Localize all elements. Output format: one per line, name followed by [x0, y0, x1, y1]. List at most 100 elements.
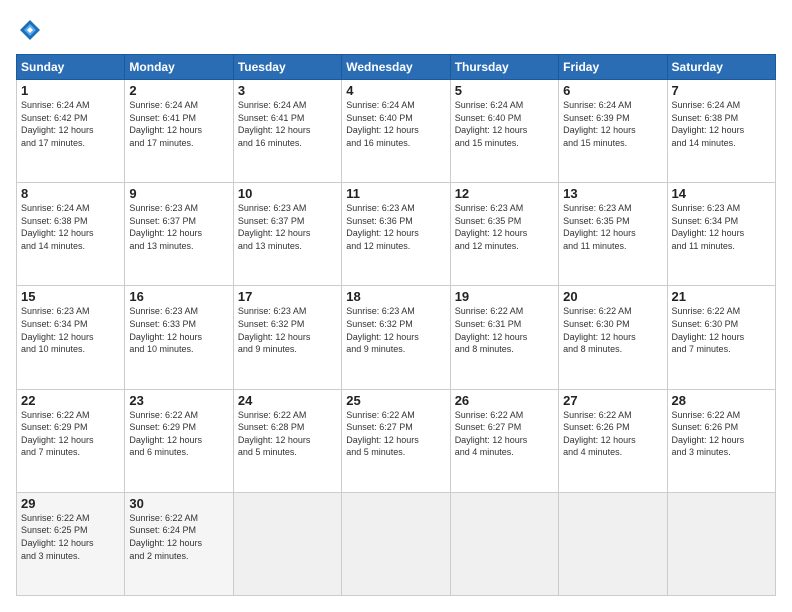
calendar-day-cell	[233, 492, 341, 595]
day-info: Sunrise: 6:22 AMSunset: 6:29 PMDaylight:…	[21, 409, 120, 459]
day-info: Sunrise: 6:22 AMSunset: 6:27 PMDaylight:…	[346, 409, 445, 459]
day-number: 15	[21, 289, 120, 304]
calendar-header-row: SundayMondayTuesdayWednesdayThursdayFrid…	[17, 55, 776, 80]
calendar-day-cell: 26Sunrise: 6:22 AMSunset: 6:27 PMDayligh…	[450, 389, 558, 492]
day-info: Sunrise: 6:24 AMSunset: 6:41 PMDaylight:…	[129, 99, 228, 149]
day-number: 5	[455, 83, 554, 98]
day-number: 25	[346, 393, 445, 408]
day-info: Sunrise: 6:24 AMSunset: 6:40 PMDaylight:…	[455, 99, 554, 149]
weekday-header: Saturday	[667, 55, 775, 80]
day-info: Sunrise: 6:23 AMSunset: 6:34 PMDaylight:…	[672, 202, 771, 252]
calendar-day-cell: 30Sunrise: 6:22 AMSunset: 6:24 PMDayligh…	[125, 492, 233, 595]
day-number: 24	[238, 393, 337, 408]
logo-icon	[16, 16, 44, 44]
day-info: Sunrise: 6:23 AMSunset: 6:32 PMDaylight:…	[346, 305, 445, 355]
calendar-day-cell: 16Sunrise: 6:23 AMSunset: 6:33 PMDayligh…	[125, 286, 233, 389]
calendar-day-cell: 25Sunrise: 6:22 AMSunset: 6:27 PMDayligh…	[342, 389, 450, 492]
calendar-day-cell	[450, 492, 558, 595]
calendar-day-cell: 23Sunrise: 6:22 AMSunset: 6:29 PMDayligh…	[125, 389, 233, 492]
day-info: Sunrise: 6:23 AMSunset: 6:36 PMDaylight:…	[346, 202, 445, 252]
calendar-day-cell: 13Sunrise: 6:23 AMSunset: 6:35 PMDayligh…	[559, 183, 667, 286]
calendar-day-cell: 20Sunrise: 6:22 AMSunset: 6:30 PMDayligh…	[559, 286, 667, 389]
calendar-day-cell: 2Sunrise: 6:24 AMSunset: 6:41 PMDaylight…	[125, 80, 233, 183]
day-number: 16	[129, 289, 228, 304]
calendar-day-cell	[342, 492, 450, 595]
day-info: Sunrise: 6:24 AMSunset: 6:39 PMDaylight:…	[563, 99, 662, 149]
day-info: Sunrise: 6:23 AMSunset: 6:37 PMDaylight:…	[129, 202, 228, 252]
day-number: 22	[21, 393, 120, 408]
day-info: Sunrise: 6:23 AMSunset: 6:35 PMDaylight:…	[455, 202, 554, 252]
calendar-week-row: 15Sunrise: 6:23 AMSunset: 6:34 PMDayligh…	[17, 286, 776, 389]
day-number: 1	[21, 83, 120, 98]
day-info: Sunrise: 6:24 AMSunset: 6:40 PMDaylight:…	[346, 99, 445, 149]
day-number: 7	[672, 83, 771, 98]
day-number: 9	[129, 186, 228, 201]
day-info: Sunrise: 6:23 AMSunset: 6:33 PMDaylight:…	[129, 305, 228, 355]
day-number: 23	[129, 393, 228, 408]
day-number: 17	[238, 289, 337, 304]
day-number: 28	[672, 393, 771, 408]
day-number: 29	[21, 496, 120, 511]
calendar-day-cell: 29Sunrise: 6:22 AMSunset: 6:25 PMDayligh…	[17, 492, 125, 595]
day-number: 18	[346, 289, 445, 304]
calendar-table: SundayMondayTuesdayWednesdayThursdayFrid…	[16, 54, 776, 596]
day-number: 13	[563, 186, 662, 201]
day-number: 6	[563, 83, 662, 98]
calendar-day-cell	[559, 492, 667, 595]
calendar-day-cell: 14Sunrise: 6:23 AMSunset: 6:34 PMDayligh…	[667, 183, 775, 286]
day-number: 4	[346, 83, 445, 98]
day-number: 27	[563, 393, 662, 408]
calendar-day-cell: 8Sunrise: 6:24 AMSunset: 6:38 PMDaylight…	[17, 183, 125, 286]
day-info: Sunrise: 6:22 AMSunset: 6:30 PMDaylight:…	[672, 305, 771, 355]
calendar-day-cell: 28Sunrise: 6:22 AMSunset: 6:26 PMDayligh…	[667, 389, 775, 492]
day-number: 12	[455, 186, 554, 201]
day-info: Sunrise: 6:22 AMSunset: 6:25 PMDaylight:…	[21, 512, 120, 562]
day-number: 21	[672, 289, 771, 304]
calendar-week-row: 8Sunrise: 6:24 AMSunset: 6:38 PMDaylight…	[17, 183, 776, 286]
day-number: 20	[563, 289, 662, 304]
calendar-day-cell: 11Sunrise: 6:23 AMSunset: 6:36 PMDayligh…	[342, 183, 450, 286]
day-number: 14	[672, 186, 771, 201]
calendar-day-cell: 19Sunrise: 6:22 AMSunset: 6:31 PMDayligh…	[450, 286, 558, 389]
calendar-day-cell: 17Sunrise: 6:23 AMSunset: 6:32 PMDayligh…	[233, 286, 341, 389]
day-number: 2	[129, 83, 228, 98]
day-info: Sunrise: 6:24 AMSunset: 6:41 PMDaylight:…	[238, 99, 337, 149]
calendar-day-cell: 7Sunrise: 6:24 AMSunset: 6:38 PMDaylight…	[667, 80, 775, 183]
day-info: Sunrise: 6:22 AMSunset: 6:30 PMDaylight:…	[563, 305, 662, 355]
header	[16, 16, 776, 44]
calendar-week-row: 29Sunrise: 6:22 AMSunset: 6:25 PMDayligh…	[17, 492, 776, 595]
calendar-day-cell: 5Sunrise: 6:24 AMSunset: 6:40 PMDaylight…	[450, 80, 558, 183]
calendar-day-cell	[667, 492, 775, 595]
calendar-day-cell: 12Sunrise: 6:23 AMSunset: 6:35 PMDayligh…	[450, 183, 558, 286]
day-number: 19	[455, 289, 554, 304]
calendar-day-cell: 4Sunrise: 6:24 AMSunset: 6:40 PMDaylight…	[342, 80, 450, 183]
day-info: Sunrise: 6:23 AMSunset: 6:37 PMDaylight:…	[238, 202, 337, 252]
day-number: 11	[346, 186, 445, 201]
day-number: 3	[238, 83, 337, 98]
calendar-week-row: 1Sunrise: 6:24 AMSunset: 6:42 PMDaylight…	[17, 80, 776, 183]
calendar-day-cell: 15Sunrise: 6:23 AMSunset: 6:34 PMDayligh…	[17, 286, 125, 389]
day-info: Sunrise: 6:22 AMSunset: 6:29 PMDaylight:…	[129, 409, 228, 459]
calendar-day-cell: 18Sunrise: 6:23 AMSunset: 6:32 PMDayligh…	[342, 286, 450, 389]
calendar-day-cell: 24Sunrise: 6:22 AMSunset: 6:28 PMDayligh…	[233, 389, 341, 492]
calendar-day-cell: 21Sunrise: 6:22 AMSunset: 6:30 PMDayligh…	[667, 286, 775, 389]
calendar-day-cell: 22Sunrise: 6:22 AMSunset: 6:29 PMDayligh…	[17, 389, 125, 492]
day-info: Sunrise: 6:22 AMSunset: 6:24 PMDaylight:…	[129, 512, 228, 562]
calendar-day-cell: 1Sunrise: 6:24 AMSunset: 6:42 PMDaylight…	[17, 80, 125, 183]
page: SundayMondayTuesdayWednesdayThursdayFrid…	[0, 0, 792, 612]
day-info: Sunrise: 6:23 AMSunset: 6:35 PMDaylight:…	[563, 202, 662, 252]
weekday-header: Monday	[125, 55, 233, 80]
calendar-day-cell: 9Sunrise: 6:23 AMSunset: 6:37 PMDaylight…	[125, 183, 233, 286]
calendar-week-row: 22Sunrise: 6:22 AMSunset: 6:29 PMDayligh…	[17, 389, 776, 492]
day-info: Sunrise: 6:23 AMSunset: 6:34 PMDaylight:…	[21, 305, 120, 355]
day-info: Sunrise: 6:22 AMSunset: 6:28 PMDaylight:…	[238, 409, 337, 459]
day-info: Sunrise: 6:22 AMSunset: 6:26 PMDaylight:…	[563, 409, 662, 459]
calendar-day-cell: 6Sunrise: 6:24 AMSunset: 6:39 PMDaylight…	[559, 80, 667, 183]
day-info: Sunrise: 6:23 AMSunset: 6:32 PMDaylight:…	[238, 305, 337, 355]
weekday-header: Sunday	[17, 55, 125, 80]
weekday-header: Wednesday	[342, 55, 450, 80]
day-info: Sunrise: 6:22 AMSunset: 6:27 PMDaylight:…	[455, 409, 554, 459]
calendar-day-cell: 10Sunrise: 6:23 AMSunset: 6:37 PMDayligh…	[233, 183, 341, 286]
weekday-header: Tuesday	[233, 55, 341, 80]
day-number: 10	[238, 186, 337, 201]
